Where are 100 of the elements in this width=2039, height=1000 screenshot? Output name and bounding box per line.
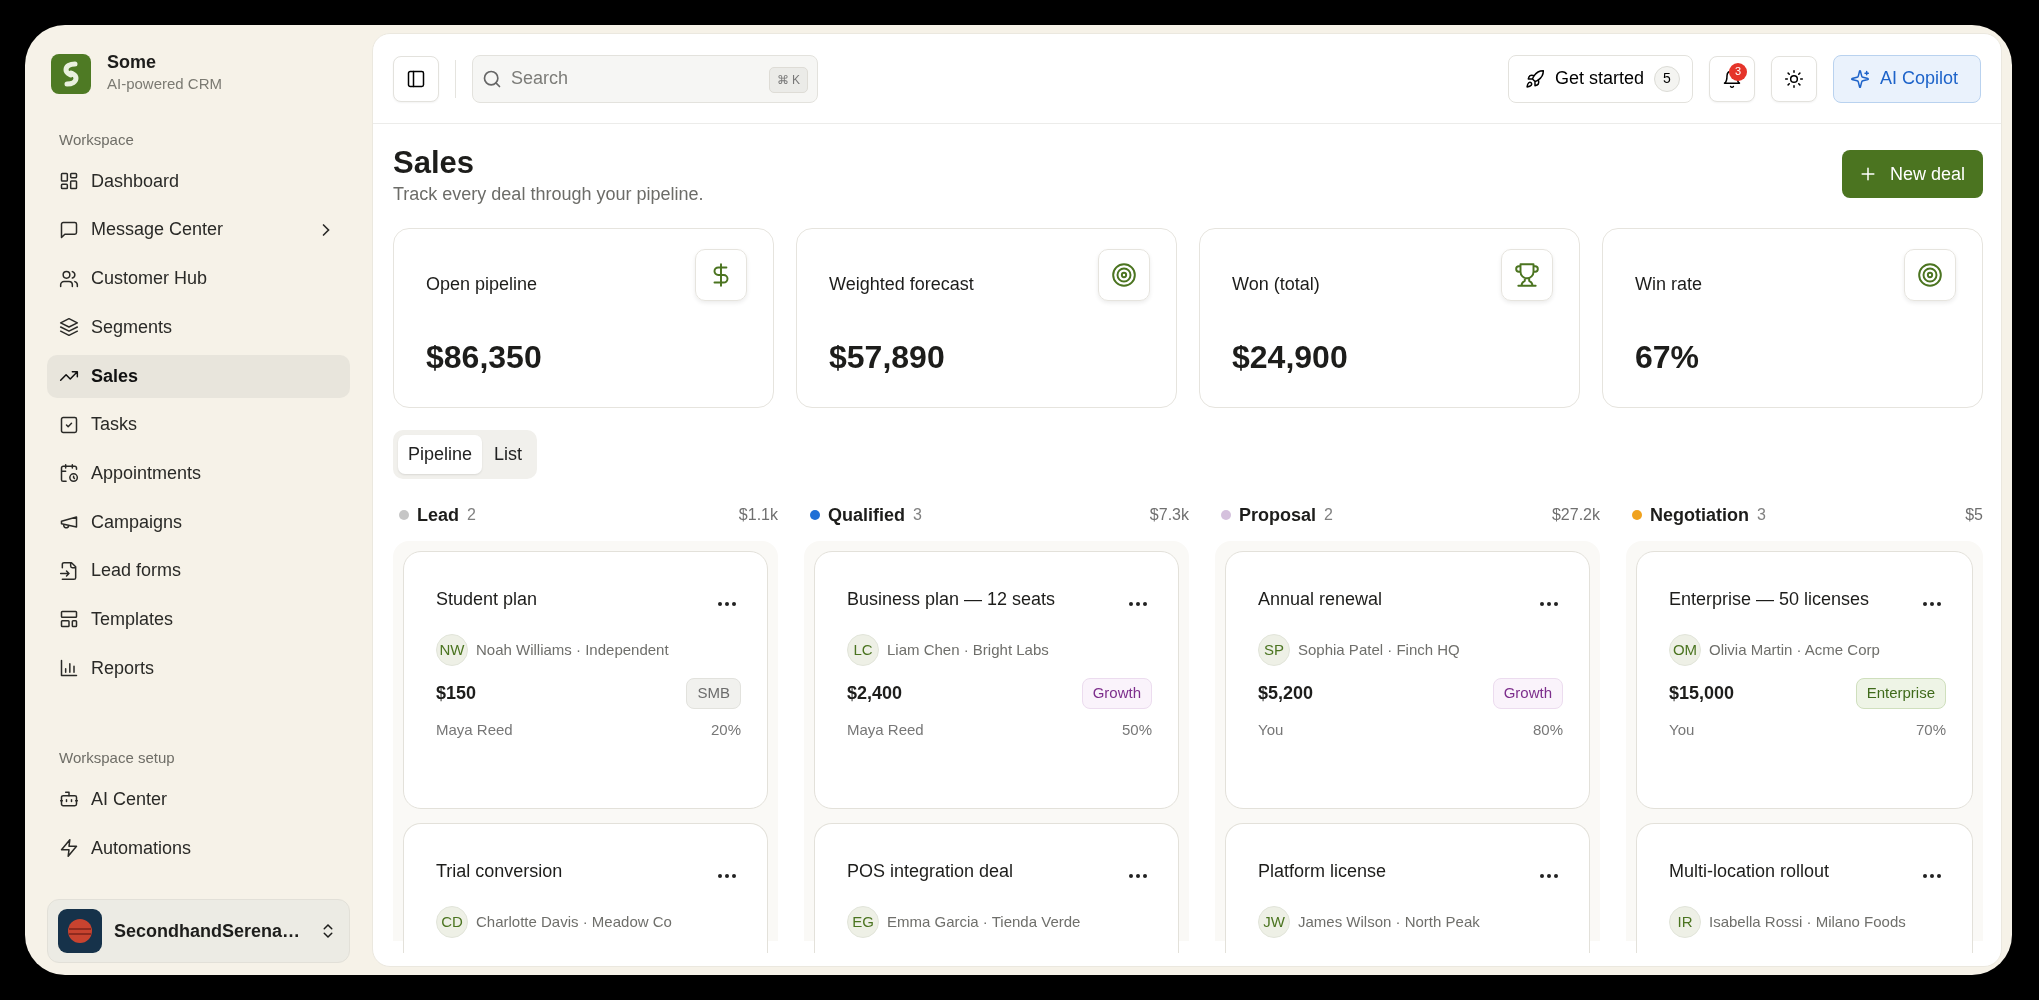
column-title: Lead — [417, 503, 459, 527]
stat-value: 67% — [1635, 338, 1701, 378]
view-tab[interactable]: Pipeline — [398, 435, 483, 475]
bar-chart-icon — [59, 658, 79, 679]
notifications-button[interactable]: 3 — [1708, 55, 1755, 102]
column-count: 2 — [467, 505, 476, 526]
file-arrow-icon — [59, 560, 79, 581]
deal-amount: $2,400 — [847, 681, 903, 705]
trophy-icon — [1514, 262, 1540, 289]
checkbox-icon — [59, 414, 79, 435]
lightning-icon — [59, 838, 79, 859]
column-total: $27.2k — [1551, 505, 1600, 526]
stat-value: $86,350 — [426, 338, 543, 378]
sidebar-item[interactable]: Segments — [47, 305, 350, 349]
page-subtitle: Track every deal through your pipeline. — [393, 183, 704, 207]
deal-title: Student plan — [436, 588, 538, 612]
deal-amount: $15,000 — [1669, 681, 1735, 705]
contact-avatar: LC — [847, 634, 879, 667]
sidebar-item[interactable]: Campaigns — [47, 500, 350, 544]
ellipsis-icon — [717, 873, 737, 880]
deal-card[interactable]: Enterprise — 50 licenses OM Olivia Martin · Acme Corp $15,000 Enterprise You 70% — [1636, 551, 1973, 810]
sidebar-item[interactable]: AI Center — [47, 777, 350, 821]
brand-name: Some — [107, 53, 158, 73]
planet-avatar-icon — [58, 909, 102, 953]
sidebar-item[interactable]: Sales — [47, 354, 350, 398]
sidebar-item[interactable]: Automations — [47, 826, 350, 870]
page-title: Sales — [393, 144, 475, 182]
contact-name: Olivia Martin · Acme Corp — [1709, 639, 1880, 660]
sidebar-item[interactable]: Tasks — [47, 403, 350, 447]
rocket-icon — [1524, 68, 1545, 89]
target-icon — [1917, 262, 1943, 289]
deal-probability: 80% — [1532, 719, 1563, 740]
contact-avatar: OM — [1669, 634, 1701, 667]
ellipsis-icon — [1539, 601, 1559, 608]
stat-label: Win rate — [1635, 272, 1703, 296]
deal-card[interactable]: Trial conversion CD Charlotte Davis · Meadow Co — [403, 823, 768, 954]
users-icon — [59, 268, 79, 289]
bell-icon — [1721, 68, 1742, 89]
deal-card[interactable]: POS integration deal EG Emma Garcia · Tienda Verde — [814, 823, 1179, 954]
account-name: SecondhandSerena… — [114, 919, 301, 943]
account-switcher[interactable]: SecondhandSerena… — [47, 899, 350, 963]
column-count: 2 — [1324, 505, 1333, 526]
sidebar-toggle-button[interactable] — [393, 55, 439, 102]
deal-probability: 70% — [1915, 719, 1946, 740]
calendar-clock-icon — [59, 463, 79, 484]
deal-owner: You — [1669, 719, 1695, 740]
brand-tagline: AI-powered CRM — [107, 73, 223, 94]
ai-copilot-button[interactable]: AI Copilot — [1832, 54, 1981, 103]
deal-title: Platform license — [1258, 860, 1387, 884]
stat-value: $57,890 — [829, 338, 946, 378]
deal-probability: 50% — [1121, 719, 1152, 740]
contact-avatar: IR — [1669, 906, 1701, 939]
grid-icon — [59, 171, 79, 192]
sidebar-item[interactable]: Lead forms — [47, 549, 350, 593]
section-heading: Workspace setup — [59, 748, 176, 769]
deal-card[interactable]: Business plan — 12 seats LC Liam Chen · Bright Labs $2,400 Growth Maya Reed 50% — [814, 551, 1179, 810]
tier-tag: Growth — [1492, 678, 1563, 709]
deal-owner: Maya Reed — [436, 719, 513, 740]
contact-name: Isabella Rossi · Milano Foods — [1709, 911, 1906, 932]
sidebar-item[interactable]: Appointments — [47, 451, 350, 495]
column-total: $7.3k — [1149, 505, 1189, 526]
deal-probability: 20% — [710, 719, 741, 740]
sidebar-item[interactable]: Customer Hub — [47, 257, 350, 301]
column-count: 3 — [913, 505, 922, 526]
chat-bubble-icon — [59, 220, 79, 240]
sidebar-item[interactable]: Message Center — [47, 208, 350, 252]
contact-avatar: NW — [436, 634, 468, 667]
deal-card[interactable]: Multi-location rollout IR Isabella Rossi · Milano Foods — [1636, 823, 1973, 954]
column-title: Proposal — [1239, 503, 1317, 527]
ellipsis-icon — [1128, 873, 1148, 880]
column-total: $5 — [1965, 505, 1983, 526]
notification-badge: 3 — [1728, 62, 1747, 81]
theme-toggle-button[interactable] — [1770, 55, 1817, 102]
deal-card[interactable]: Platform license JW James Wilson · North Peak — [1225, 823, 1590, 954]
contact-name: Liam Chen · Bright Labs — [887, 639, 1049, 660]
section-heading: Workspace — [59, 130, 135, 151]
sidebar-item[interactable]: Reports — [47, 646, 350, 690]
stat-label: Weighted forecast — [829, 272, 974, 296]
logo-icon — [51, 54, 91, 95]
view-tab[interactable]: List — [484, 435, 533, 475]
deal-amount: $5,200 — [1258, 681, 1314, 705]
sidebar-item[interactable]: Templates — [47, 598, 350, 641]
sparkles-icon — [1849, 68, 1870, 89]
ellipsis-icon — [1128, 601, 1148, 608]
sidebar-item[interactable]: Dashboard — [47, 159, 350, 203]
deal-card[interactable]: Student plan NW Noah Williams · Independent $150 SMB Maya Reed 20% — [403, 551, 768, 810]
deal-title: Enterprise — 50 licenses — [1669, 588, 1870, 612]
ellipsis-icon — [1922, 873, 1942, 880]
tier-tag: SMB — [686, 678, 741, 709]
get-started-button[interactable]: Get started 5 — [1507, 54, 1693, 103]
contact-name: Emma Garcia · Tienda Verde — [887, 911, 1081, 932]
tier-tag: Growth — [1081, 678, 1152, 709]
ellipsis-icon — [1539, 873, 1559, 880]
deal-card[interactable]: Annual renewal SP Sophia Patel · Finch HQ $5,200 Growth You 80% — [1225, 551, 1590, 810]
deal-title: POS integration deal — [847, 860, 1014, 884]
new-deal-button[interactable]: New deal — [1841, 150, 1983, 198]
deal-owner: You — [1258, 719, 1284, 740]
deal-title: Multi-location rollout — [1669, 860, 1830, 884]
deal-title: Business plan — 12 seats — [847, 588, 1056, 612]
target-icon — [1111, 262, 1137, 289]
